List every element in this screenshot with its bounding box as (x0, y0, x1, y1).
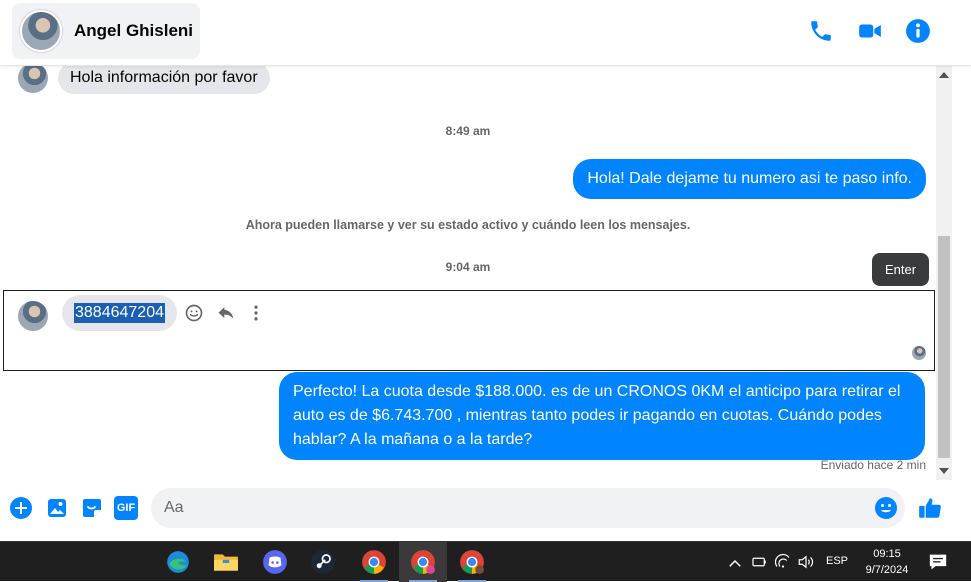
taskbar-app-discord[interactable] (251, 542, 299, 582)
message-thread: Hola información por favor 8:49 am Hola!… (0, 66, 936, 480)
scroll-thumb[interactable] (938, 236, 950, 458)
message-bubble-outgoing[interactable]: Perfecto! La cuota desde $188.000. es de… (279, 372, 925, 460)
chrome-icon (411, 550, 435, 574)
taskbar-app-steam[interactable] (299, 542, 347, 582)
sticker-icon[interactable] (80, 496, 104, 520)
react-emoji-icon[interactable] (184, 303, 204, 323)
message-composer: GIF (0, 480, 971, 541)
notification-icon[interactable] (928, 553, 948, 571)
read-receipt-avatar (912, 346, 926, 360)
taskbar-app-chrome[interactable] (448, 542, 496, 582)
chevron-up-icon[interactable] (726, 555, 744, 573)
discord-icon (263, 550, 287, 574)
message-bubble-outgoing[interactable]: Hola! Dale dejame tu numero asi te paso … (573, 159, 926, 199)
chrome-icon (362, 550, 386, 574)
more-options-icon[interactable] (246, 303, 266, 323)
sender-avatar[interactable] (18, 301, 48, 331)
contact-name[interactable]: Angel Ghisleni (74, 21, 193, 41)
taskbar-app-edge[interactable] (154, 542, 202, 582)
video-camera-icon[interactable] (857, 18, 883, 44)
conversation-header: Angel Ghisleni (0, 0, 971, 66)
message-bubble-incoming[interactable]: Hola información por favor (58, 66, 270, 94)
edge-icon (167, 551, 189, 573)
scroll-down-icon[interactable] (939, 468, 949, 474)
system-notice: Ahora pueden llamarse y ver su estado ac… (245, 218, 691, 232)
contact-avatar[interactable] (20, 10, 62, 52)
info-icon[interactable] (905, 18, 931, 44)
file-explorer-icon (214, 554, 238, 571)
battery-icon[interactable] (750, 553, 768, 571)
clock-date: 9/7/2024 (865, 564, 909, 576)
taskbar-app-file-explorer[interactable] (202, 542, 250, 582)
emoji-icon[interactable] (874, 496, 898, 520)
tooltip: Enter (872, 253, 930, 286)
taskbar-app-chrome-active[interactable] (399, 542, 447, 582)
reply-icon[interactable] (216, 303, 236, 323)
scrollbar[interactable] (936, 66, 952, 480)
message-input[interactable] (151, 488, 905, 528)
sent-status: Enviado hace 2 min (820, 458, 926, 472)
gif-icon[interactable]: GIF (114, 496, 138, 520)
phone-icon[interactable] (808, 18, 834, 44)
volume-icon[interactable] (797, 553, 815, 571)
system-clock[interactable]: 09:15 9/7/2024 (857, 546, 917, 578)
message-timestamp: 8:49 am (445, 124, 491, 138)
messenger-window: Angel Ghisleni Hola información por favo… (0, 0, 971, 541)
message-row-incoming: Hola información por favor (18, 66, 270, 94)
image-icon[interactable] (45, 496, 69, 520)
input-language[interactable]: ESP (826, 555, 848, 567)
steam-icon (311, 550, 335, 574)
sender-avatar[interactable] (18, 66, 48, 93)
wifi-icon[interactable] (774, 553, 792, 571)
windows-taskbar: ESP 09:15 9/7/2024 (0, 541, 971, 582)
clock-time: 09:15 (873, 548, 901, 560)
scroll-up-icon[interactable] (939, 72, 949, 78)
chrome-icon (460, 550, 484, 574)
message-bubble-incoming[interactable]: 3884647204 (62, 295, 177, 331)
selected-message-text[interactable]: 3884647204 (74, 303, 165, 323)
message-timestamp: 9:04 am (445, 260, 491, 274)
contact-profile-button[interactable]: Angel Ghisleni (12, 3, 200, 59)
plus-icon[interactable] (9, 496, 33, 520)
focused-message-row[interactable]: 3884647204 (3, 290, 935, 371)
like-icon[interactable] (917, 495, 943, 521)
taskbar-app-chrome[interactable] (350, 542, 398, 582)
